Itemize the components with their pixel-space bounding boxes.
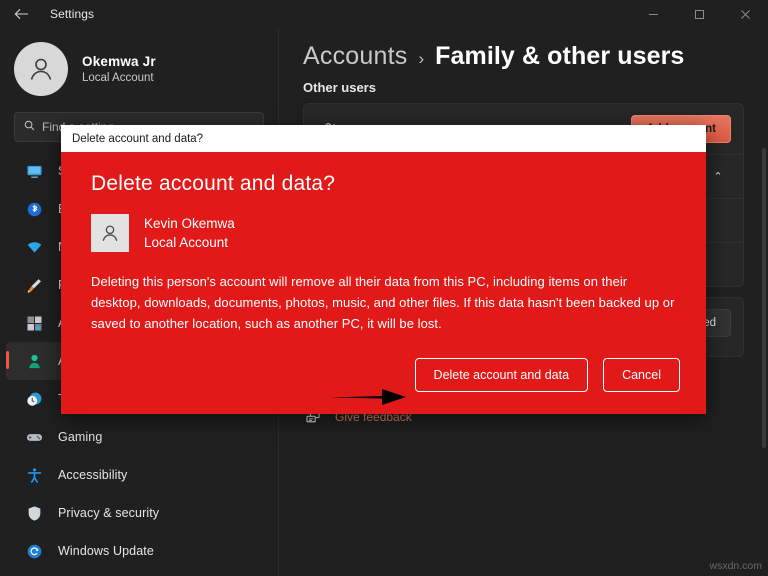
dialog-user-block: Kevin Okemwa Local Account: [91, 214, 680, 252]
dialog-user-name: Kevin Okemwa: [144, 214, 235, 233]
apps-grid-icon: [24, 313, 44, 333]
sidebar-item-label: Accessibility: [58, 468, 127, 482]
profile-account-type: Local Account: [82, 72, 156, 84]
sidebar-item-label: Windows Update: [58, 544, 154, 558]
shield-icon: [24, 503, 44, 523]
profile-text: Okemwa Jr Local Account: [82, 54, 156, 84]
dialog-titlebar: Delete account and data?: [61, 125, 706, 152]
dialog-user-text: Kevin Okemwa Local Account: [144, 214, 235, 252]
settings-window: Settings Okemwa Jr Local Acc: [0, 0, 768, 576]
maximize-icon[interactable]: [676, 0, 722, 28]
minimize-icon[interactable]: [630, 0, 676, 28]
page-title: Family & other users: [435, 42, 684, 71]
back-icon[interactable]: [4, 0, 38, 28]
confirm-delete-button[interactable]: Delete account and data: [415, 358, 589, 392]
paintbrush-icon: [24, 275, 44, 295]
breadcrumb: Accounts › Family & other users: [279, 28, 768, 71]
update-refresh-icon: [24, 541, 44, 561]
app-title: Settings: [50, 7, 94, 21]
search-icon: [24, 120, 35, 134]
monitor-icon: [24, 161, 44, 181]
watermark: wsxdn.com: [709, 560, 762, 572]
profile-name: Okemwa Jr: [82, 54, 156, 69]
avatar: [91, 214, 129, 252]
window-controls: [630, 0, 768, 28]
avatar: [14, 42, 68, 96]
dialog-titlebar-text: Delete account and data?: [72, 133, 203, 145]
accessibility-person-icon: [24, 465, 44, 485]
close-icon[interactable]: [722, 0, 768, 28]
chevron-right-icon: ›: [418, 49, 424, 69]
delete-account-dialog: Delete account and data? Delete account …: [61, 125, 706, 414]
bluetooth-icon: [24, 199, 44, 219]
breadcrumb-root[interactable]: Accounts: [303, 42, 407, 71]
wifi-icon: [24, 237, 44, 257]
section-heading: Other users: [303, 80, 768, 95]
chevron-up-icon[interactable]: ⌃: [705, 170, 731, 183]
clock-globe-icon: [24, 389, 44, 409]
sidebar-item-accessibility[interactable]: Accessibility: [6, 456, 272, 494]
cancel-button[interactable]: Cancel: [603, 358, 680, 392]
arrow-right-annotation: [330, 383, 410, 414]
gamepad-icon: [24, 427, 44, 447]
accounts-person-icon: [24, 351, 44, 371]
dialog-message: Deleting this person's account will remo…: [91, 271, 680, 334]
sidebar-item-label: Privacy & security: [58, 506, 159, 520]
dialog-user-account-type: Local Account: [144, 233, 235, 252]
content-scrollbar[interactable]: [762, 148, 766, 448]
sidebar-item-privacy-security[interactable]: Privacy & security: [6, 494, 272, 532]
sidebar-item-windows-update[interactable]: Windows Update: [6, 532, 272, 570]
profile-block[interactable]: Okemwa Jr Local Account: [0, 28, 278, 108]
dialog-heading: Delete account and data?: [91, 172, 680, 196]
dialog-body: Delete account and data? Kevin Okemwa Lo…: [61, 152, 706, 414]
window-titlebar: Settings: [0, 0, 768, 28]
sidebar-item-label: Gaming: [58, 430, 102, 444]
sidebar-item-gaming[interactable]: Gaming: [6, 418, 272, 456]
